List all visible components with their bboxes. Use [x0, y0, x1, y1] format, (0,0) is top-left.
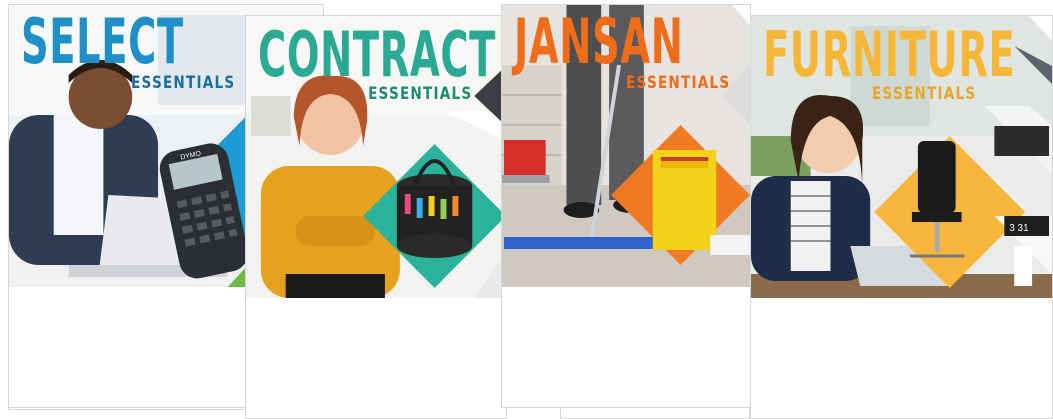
catalog-title: CONTRACT [258, 18, 497, 91]
catalog-subtitle: ESSENTIALS [625, 73, 730, 93]
catalog-title: SELECT [21, 5, 184, 78]
catalog-subtitle: ESSENTIALS [367, 84, 472, 104]
catalog-title: JANSAN [514, 5, 684, 78]
catalog-cover-image: 3 31 FURNITURE ESSENTIALS [751, 16, 1052, 298]
catalog-card-furniture[interactable]: 3 31 FURNITURE ESSENTIALS [750, 15, 1053, 419]
wall-clock-digits: 3 31 [1009, 223, 1029, 234]
catalog-cover-image: JANSAN ESSENTIALS [502, 5, 750, 287]
catalog-subtitle: ESSENTIALS [130, 73, 235, 93]
catalog-title: FURNITURE [763, 18, 1016, 91]
catalog-card-contract[interactable]: CONTRACT ESSENTIALS [245, 15, 507, 419]
catalog-subtitle: ESSENTIALS [871, 84, 976, 104]
catalog-card-jansan[interactable]: JANSAN ESSENTIALS [501, 4, 751, 408]
catalog-cover-image: CONTRACT ESSENTIALS [246, 16, 506, 298]
